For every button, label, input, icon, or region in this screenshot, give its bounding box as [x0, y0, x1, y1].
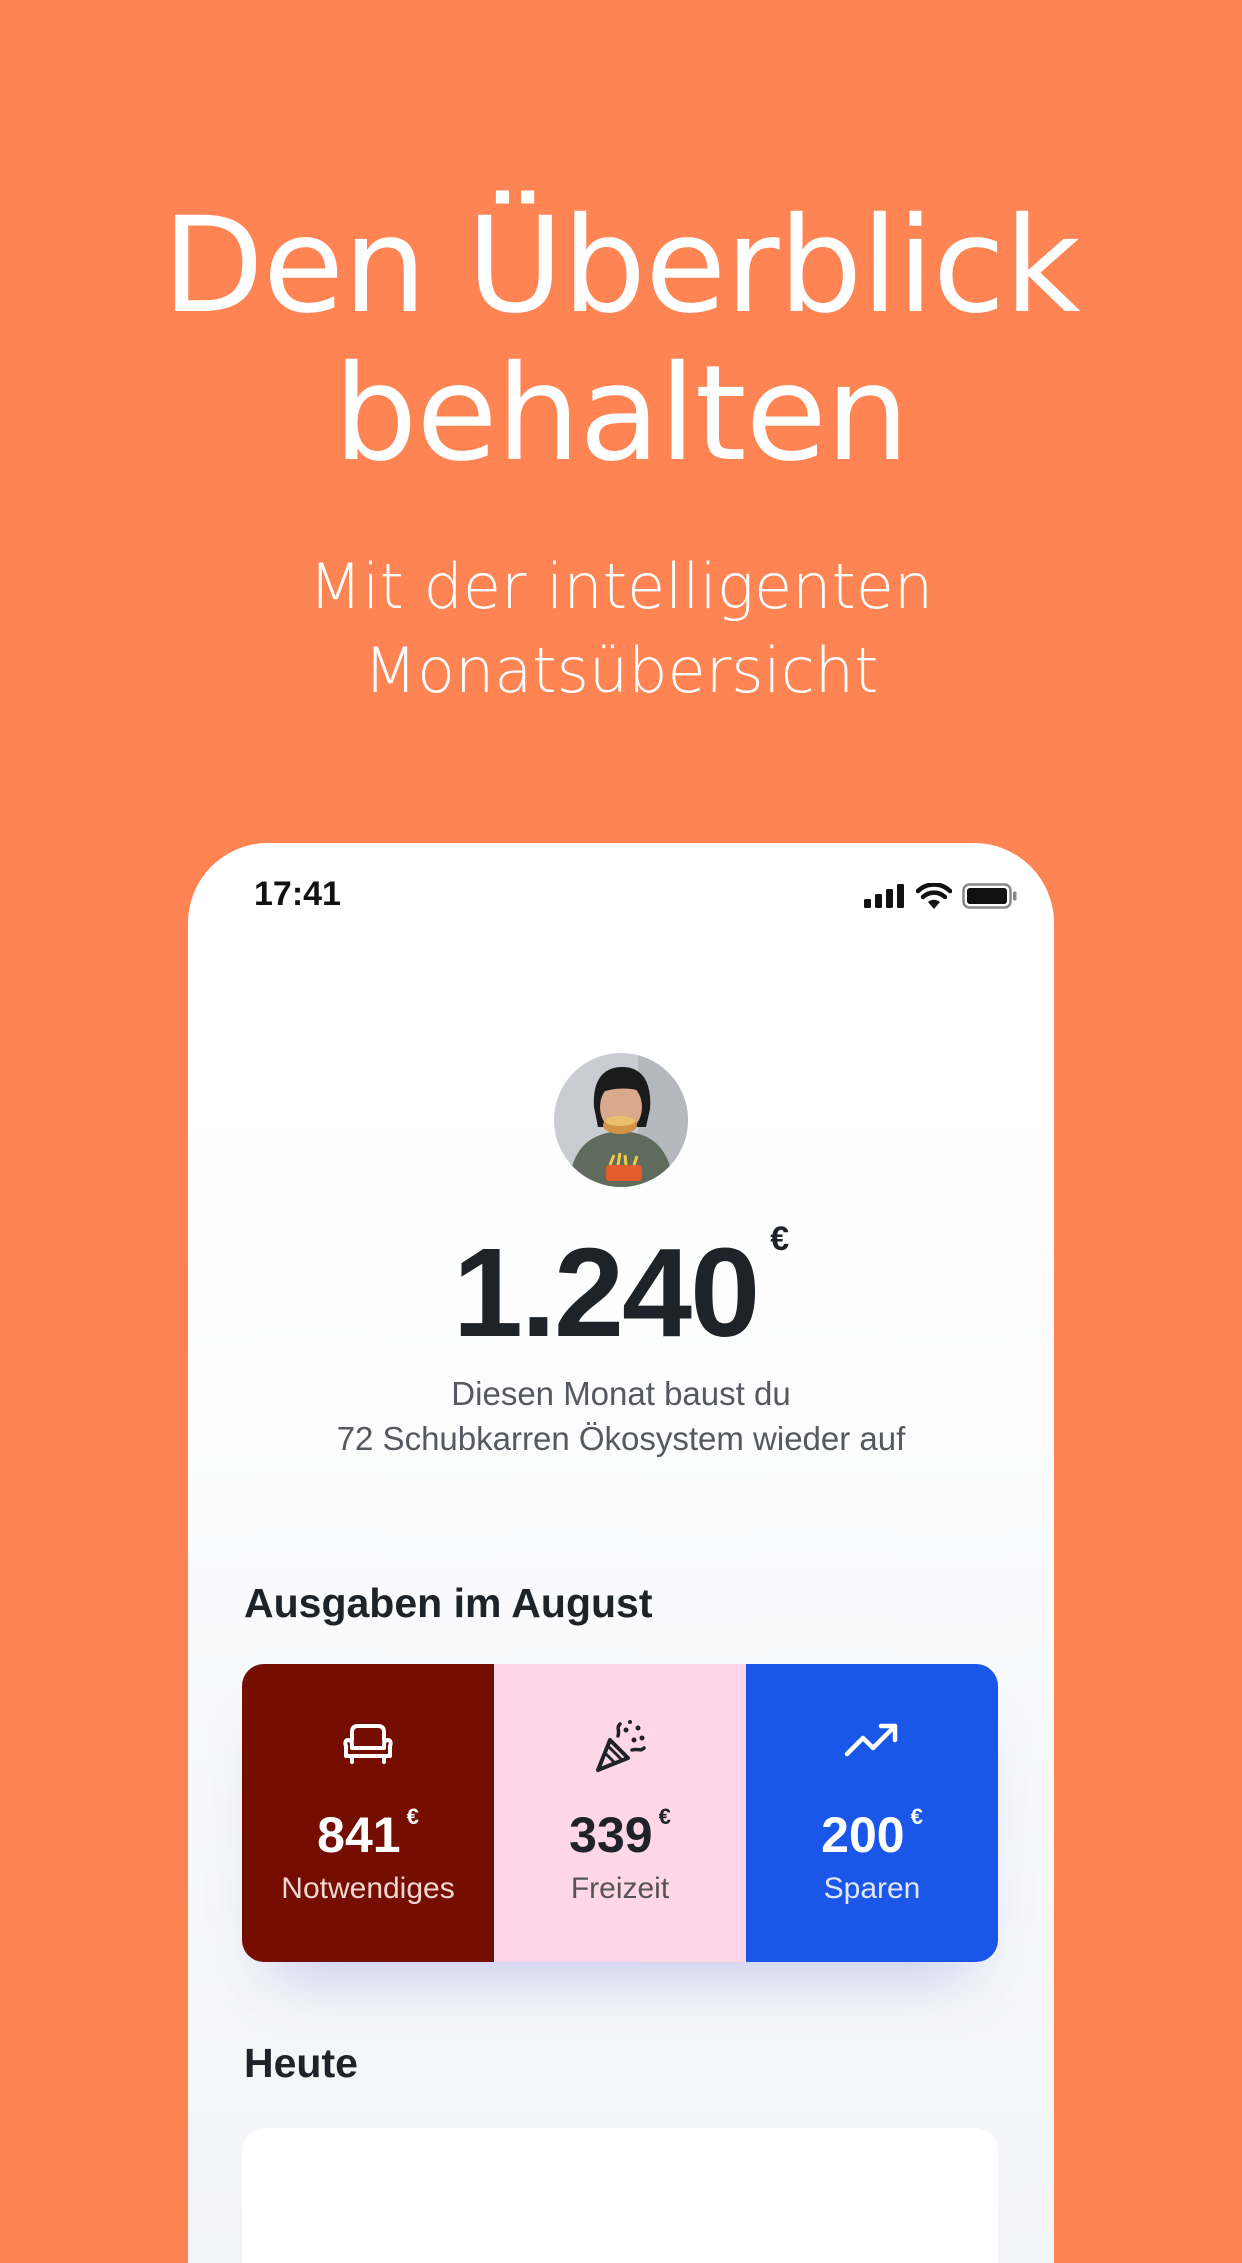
avatar-photo — [554, 1053, 688, 1187]
impact-line1: Diesen Monat baust du — [451, 1375, 791, 1412]
category-amount: 841 — [317, 1807, 401, 1863]
hero-subtitle-line1: Mit der intelligenten — [308, 550, 934, 623]
category-currency: € — [910, 1804, 923, 1829]
phone-screen: 17:41 1.240 € Diesen Monat baust du 72 S… — [188, 843, 1054, 2263]
hero-subtitle-line2: Monatsübersicht — [363, 634, 879, 707]
status-time: 17:41 — [254, 875, 341, 913]
balance-currency: € — [770, 1220, 790, 1258]
hero-title-line1: Den Überblick — [162, 189, 1081, 343]
wifi-icon — [916, 883, 952, 909]
spending-categories: 841 € Notwendiges 339 € Freizeit 200 € S… — [242, 1664, 998, 1962]
category-label: Notwendiges — [281, 1872, 455, 1905]
status-icons — [864, 883, 1018, 909]
impact-line2: 72 Schubkarren Ökosystem wieder auf — [336, 1420, 906, 1457]
hero-title: Den Überblick behalten — [0, 192, 1242, 488]
battery-icon — [962, 883, 1017, 909]
party-popper-icon — [596, 1720, 646, 1772]
category-amount: 339 — [569, 1807, 653, 1863]
impact-text: Diesen Monat baust du 72 Schubkarren Öko… — [188, 1371, 1054, 1461]
category-amount: 200 — [821, 1807, 905, 1863]
category-label: Sparen — [823, 1872, 921, 1905]
trend-up-icon — [844, 1723, 898, 1757]
category-label: Freizeit — [570, 1872, 670, 1905]
balance-amount: 1.240 € — [188, 1220, 1054, 1363]
status-bar: 17:41 — [188, 843, 1054, 953]
spending-section-title: Ausgaben im August — [244, 1580, 653, 1626]
signal-icon — [864, 884, 904, 908]
category-currency: € — [406, 1804, 419, 1829]
hero-title-line2: behalten — [333, 337, 910, 491]
category-card-sparen[interactable]: 200 € Sparen — [746, 1664, 998, 1962]
today-card[interactable] — [242, 2128, 998, 2263]
hero-subtitle: Mit der intelligenten Monatsübersicht — [0, 545, 1242, 713]
balance-value: 1.240 — [452, 1222, 760, 1363]
today-section-title: Heute — [244, 2040, 358, 2086]
sofa-icon — [343, 1724, 393, 1764]
category-card-notwendiges[interactable]: 841 € Notwendiges — [242, 1664, 494, 1962]
category-currency: € — [658, 1804, 671, 1829]
category-card-freizeit[interactable]: 339 € Freizeit — [494, 1664, 746, 1962]
avatar[interactable] — [554, 1053, 688, 1187]
